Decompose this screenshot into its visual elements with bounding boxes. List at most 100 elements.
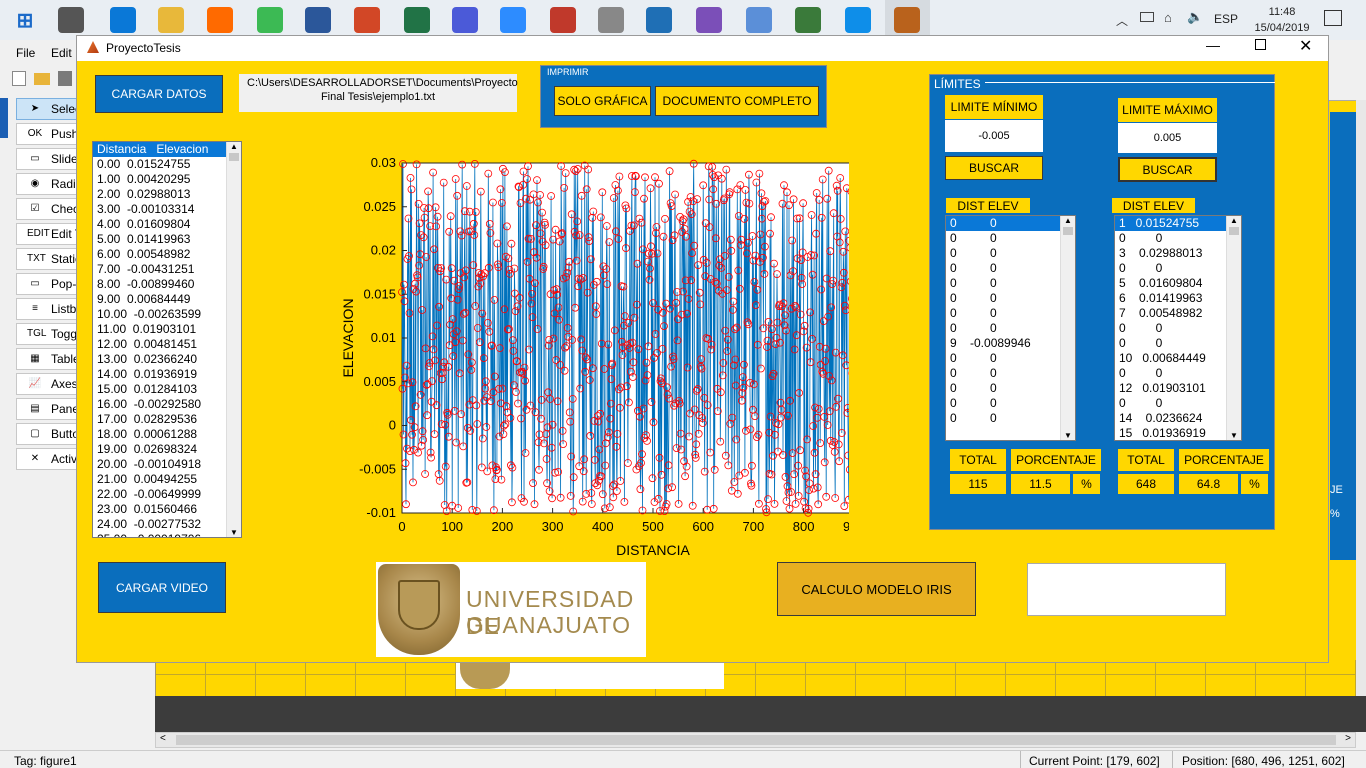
min-input[interactable]: -0.005 [945,120,1043,152]
list-item[interactable]: 0 0 [946,396,1075,411]
list-item[interactable]: 3 0.02988013 [1115,246,1241,261]
palette-slider[interactable]: ▭ Slider [16,148,84,170]
scroll-down-icon[interactable]: ▼ [1227,431,1241,440]
list-item[interactable]: 1 0.01524755 [1115,216,1241,231]
menu-file[interactable]: File [16,46,35,60]
task-view-taskbar-icon[interactable] [58,7,84,33]
horizontal-scrollbar[interactable]: < > [155,732,1356,748]
battery-icon[interactable] [1140,12,1154,22]
list-item[interactable]: 0 0 [1115,321,1241,336]
list-item[interactable]: 11.00 0.01903101 [93,322,241,337]
clock[interactable]: 11:48 15/04/2019 [1252,4,1312,36]
new-file-icon[interactable] [12,71,26,86]
list-item[interactable]: 10.00 -0.00263599 [93,307,241,322]
list-item[interactable]: 5 0.01609804 [1115,276,1241,291]
list-item[interactable]: 7.00 -0.00431251 [93,262,241,277]
hs-app-taskbar-icon[interactable] [795,7,821,33]
cargar-datos-button[interactable]: CARGAR DATOS [95,75,223,113]
chrome-taskbar-icon[interactable] [257,7,283,33]
palette-select[interactable]: ➤ Select [16,98,84,120]
scroll-up-icon[interactable]: ▲ [1061,216,1075,225]
list-item[interactable]: 12 0.01903101 [1115,381,1241,396]
powerpoint-taskbar-icon[interactable] [354,7,380,33]
palette-static[interactable]: TXT Static [16,248,84,270]
list-item[interactable]: 0 0 [1115,366,1241,381]
list-item[interactable]: 23.00 0.01560466 [93,502,241,517]
palette-radio[interactable]: ◉ Radio [16,173,84,195]
list-item[interactable]: 15.00 0.01284103 [93,382,241,397]
volume-icon[interactable]: 🔈 [1187,9,1203,25]
list-item[interactable]: 19.00 0.02698324 [93,442,241,457]
palette-toggle[interactable]: TGL Toggle [16,323,84,345]
list-item[interactable]: 24.00 -0.00277532 [93,517,241,532]
list-item[interactable]: 0 0 [946,321,1075,336]
list-item[interactable]: 6 0.01419963 [1115,291,1241,306]
network-icon[interactable]: ⌂ [1164,10,1172,25]
maximize-button[interactable] [1255,39,1266,50]
list-item[interactable]: 3.00 -0.00103314 [93,202,241,217]
list-item[interactable]: 20.00 -0.00104918 [93,457,241,472]
language-indicator[interactable]: ESP [1214,12,1238,26]
minimize-button[interactable]: — [1206,37,1220,53]
list-item[interactable]: 0 0 [946,291,1075,306]
list-item[interactable]: 8.00 -0.00899460 [93,277,241,292]
list-item[interactable]: 22.00 -0.00649999 [93,487,241,502]
palette-axes[interactable]: 📈 Axes [16,373,84,395]
toolbox-taskbar-icon[interactable] [550,7,576,33]
list-item[interactable]: 0 0 [1115,336,1241,351]
notification-icon[interactable] [1324,10,1342,26]
start-taskbar-icon[interactable]: ⊞ [12,7,38,33]
list-item[interactable]: 0 0 [946,231,1075,246]
list-item[interactable]: 0 0 [946,216,1075,231]
list-item[interactable]: 15 0.01936919 [1115,426,1241,440]
menu-edit[interactable]: Edit [51,46,72,60]
close-button[interactable]: ✕ [1299,36,1312,56]
list-item[interactable]: 12.00 0.00481451 [93,337,241,352]
list-item[interactable]: 16.00 -0.00292580 [93,397,241,412]
list-item[interactable]: 13.00 0.02366240 [93,352,241,367]
edge-taskbar-icon[interactable] [110,7,136,33]
palette-activex[interactable]: ✕ActiveX [16,448,84,470]
documento-completo-button[interactable]: DOCUMENTO COMPLETO [655,86,819,116]
list-item[interactable]: 9.00 0.00684449 [93,292,241,307]
scroll-down-icon[interactable]: ▼ [1061,431,1075,440]
list-item[interactable]: 7 0.00548982 [1115,306,1241,321]
scroll-thumb[interactable] [1229,227,1239,235]
open-folder-icon[interactable] [34,73,50,85]
listbox-scrollbar[interactable]: ▲ ▼ [226,142,241,537]
list-item[interactable]: 18.00 0.00061288 [93,427,241,442]
calculo-modelo-button[interactable]: CALCULO MODELO IRIS [777,562,976,616]
list-item[interactable]: 0 0 [946,351,1075,366]
list-item[interactable]: 4.00 0.01609804 [93,217,241,232]
palette-listbox[interactable]: ≡Listbox [16,298,84,320]
app-blue-taskbar-icon[interactable] [452,7,478,33]
min-result-listbox[interactable]: 0 00 00 00 00 00 00 00 09 -0.0089946 0 00… [945,215,1076,441]
list-item[interactable]: 0 0 [946,381,1075,396]
palette-panel[interactable]: ▤ Panel [16,398,84,420]
vertical-scrollbar[interactable] [1356,100,1366,700]
build-tools-taskbar-icon[interactable] [598,7,624,33]
palette-edit-text[interactable]: EDITEdit Text [16,223,84,245]
list-item[interactable]: 25.00 -0.00019706 [93,532,241,537]
list-item[interactable]: 14.00 0.01936919 [93,367,241,382]
list-item[interactable]: 1.00 0.00420295 [93,172,241,187]
max-result-listbox[interactable]: 1 0.01524755 0 03 0.02988013 0 05 0.016098… [1114,215,1242,441]
box-app-taskbar-icon[interactable] [746,7,772,33]
cargar-video-button[interactable]: CARGAR VIDEO [98,562,226,613]
list-item[interactable]: 0 0 [1115,261,1241,276]
list-item[interactable]: 0 0 [1115,231,1241,246]
listbox-scrollbar[interactable]: ▲ ▼ [1226,216,1241,440]
file-explorer-taskbar-icon[interactable] [158,7,184,33]
palette-push[interactable]: OK Push [16,123,84,145]
scroll-down-icon[interactable]: ▼ [227,528,241,537]
palette-table[interactable]: ▦ Table [16,348,84,370]
list-item[interactable]: 14 0.0236624 [1115,411,1241,426]
list-item[interactable]: 5.00 0.01419963 [93,232,241,247]
palette-button[interactable]: ▢ Button [16,423,84,445]
zoom-taskbar-icon[interactable] [500,7,526,33]
elevation-chart[interactable]: 01002003004005006007008009001000-0.01-0.… [249,146,849,561]
visual-studio-taskbar-icon[interactable] [696,7,722,33]
chevron-up-icon[interactable]: ︿ [1116,12,1128,29]
buscar-max-button[interactable]: BUSCAR [1118,157,1217,182]
solo-grafica-button[interactable]: SOLO GRÁFICA [554,86,651,116]
